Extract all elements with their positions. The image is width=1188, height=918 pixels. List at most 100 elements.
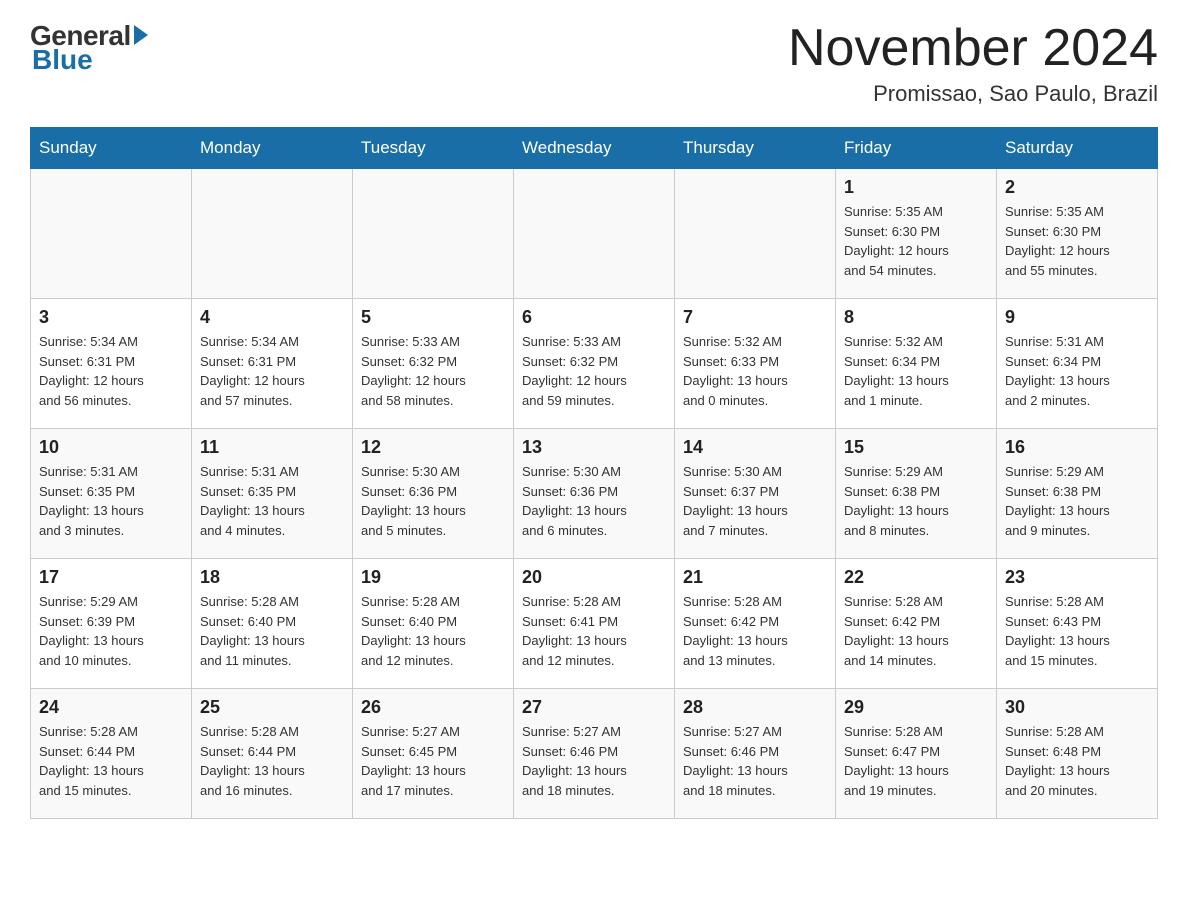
calendar-cell: 4 Sunrise: 5:34 AM Sunset: 6:31 PM Daylig… xyxy=(192,299,353,429)
day-number: 10 xyxy=(39,437,183,458)
calendar-cell: 20 Sunrise: 5:28 AM Sunset: 6:41 PM Dayli… xyxy=(514,559,675,689)
day-number: 1 xyxy=(844,177,988,198)
day-number: 18 xyxy=(200,567,344,588)
calendar-cell: 30 Sunrise: 5:28 AM Sunset: 6:48 PM Dayli… xyxy=(997,689,1158,819)
day-info: Sunrise: 5:34 AM Sunset: 6:31 PM Dayligh… xyxy=(200,332,344,410)
day-info: Sunrise: 5:29 AM Sunset: 6:38 PM Dayligh… xyxy=(844,462,988,540)
calendar-cell xyxy=(353,169,514,299)
calendar-week-row: 10 Sunrise: 5:31 AM Sunset: 6:35 PM Dayli… xyxy=(31,429,1158,559)
calendar-cell: 11 Sunrise: 5:31 AM Sunset: 6:35 PM Dayli… xyxy=(192,429,353,559)
day-info: Sunrise: 5:28 AM Sunset: 6:48 PM Dayligh… xyxy=(1005,722,1149,800)
calendar-cell xyxy=(192,169,353,299)
calendar-cell: 9 Sunrise: 5:31 AM Sunset: 6:34 PM Daylig… xyxy=(997,299,1158,429)
calendar-cell: 16 Sunrise: 5:29 AM Sunset: 6:38 PM Dayli… xyxy=(997,429,1158,559)
calendar-cell: 14 Sunrise: 5:30 AM Sunset: 6:37 PM Dayli… xyxy=(675,429,836,559)
calendar-table: SundayMondayTuesdayWednesdayThursdayFrid… xyxy=(30,127,1158,819)
day-info: Sunrise: 5:28 AM Sunset: 6:42 PM Dayligh… xyxy=(683,592,827,670)
day-info: Sunrise: 5:32 AM Sunset: 6:33 PM Dayligh… xyxy=(683,332,827,410)
day-number: 17 xyxy=(39,567,183,588)
day-info: Sunrise: 5:33 AM Sunset: 6:32 PM Dayligh… xyxy=(522,332,666,410)
weekday-header-thursday: Thursday xyxy=(675,128,836,169)
day-number: 9 xyxy=(1005,307,1149,328)
calendar-cell: 8 Sunrise: 5:32 AM Sunset: 6:34 PM Daylig… xyxy=(836,299,997,429)
day-info: Sunrise: 5:27 AM Sunset: 6:45 PM Dayligh… xyxy=(361,722,505,800)
calendar-cell: 26 Sunrise: 5:27 AM Sunset: 6:45 PM Dayli… xyxy=(353,689,514,819)
day-info: Sunrise: 5:27 AM Sunset: 6:46 PM Dayligh… xyxy=(522,722,666,800)
calendar-cell: 25 Sunrise: 5:28 AM Sunset: 6:44 PM Dayli… xyxy=(192,689,353,819)
day-number: 20 xyxy=(522,567,666,588)
day-info: Sunrise: 5:31 AM Sunset: 6:35 PM Dayligh… xyxy=(200,462,344,540)
day-info: Sunrise: 5:28 AM Sunset: 6:44 PM Dayligh… xyxy=(200,722,344,800)
day-number: 14 xyxy=(683,437,827,458)
weekday-header-friday: Friday xyxy=(836,128,997,169)
day-number: 4 xyxy=(200,307,344,328)
calendar-cell: 15 Sunrise: 5:29 AM Sunset: 6:38 PM Dayli… xyxy=(836,429,997,559)
day-info: Sunrise: 5:27 AM Sunset: 6:46 PM Dayligh… xyxy=(683,722,827,800)
day-number: 22 xyxy=(844,567,988,588)
calendar-cell: 13 Sunrise: 5:30 AM Sunset: 6:36 PM Dayli… xyxy=(514,429,675,559)
calendar-week-row: 1 Sunrise: 5:35 AM Sunset: 6:30 PM Daylig… xyxy=(31,169,1158,299)
day-info: Sunrise: 5:34 AM Sunset: 6:31 PM Dayligh… xyxy=(39,332,183,410)
day-number: 5 xyxy=(361,307,505,328)
calendar-cell: 1 Sunrise: 5:35 AM Sunset: 6:30 PM Daylig… xyxy=(836,169,997,299)
day-number: 16 xyxy=(1005,437,1149,458)
calendar-cell: 3Sunrise: 5:34 AM Sunset: 6:31 PM Daylig… xyxy=(31,299,192,429)
calendar-cell: 28 Sunrise: 5:27 AM Sunset: 6:46 PM Dayli… xyxy=(675,689,836,819)
weekday-header-monday: Monday xyxy=(192,128,353,169)
calendar-cell: 2 Sunrise: 5:35 AM Sunset: 6:30 PM Daylig… xyxy=(997,169,1158,299)
day-number: 7 xyxy=(683,307,827,328)
logo-arrow-icon xyxy=(134,25,148,45)
day-info: Sunrise: 5:35 AM Sunset: 6:30 PM Dayligh… xyxy=(844,202,988,280)
logo: General Blue xyxy=(30,20,148,76)
location: Promissao, Sao Paulo, Brazil xyxy=(788,81,1158,107)
calendar-week-row: 17 Sunrise: 5:29 AM Sunset: 6:39 PM Dayli… xyxy=(31,559,1158,689)
day-number: 12 xyxy=(361,437,505,458)
day-info: Sunrise: 5:33 AM Sunset: 6:32 PM Dayligh… xyxy=(361,332,505,410)
day-number: 26 xyxy=(361,697,505,718)
day-number: 13 xyxy=(522,437,666,458)
day-info: Sunrise: 5:29 AM Sunset: 6:38 PM Dayligh… xyxy=(1005,462,1149,540)
calendar-week-row: 3Sunrise: 5:34 AM Sunset: 6:31 PM Daylig… xyxy=(31,299,1158,429)
day-number: 29 xyxy=(844,697,988,718)
day-number: 11 xyxy=(200,437,344,458)
calendar-cell: 29Sunrise: 5:28 AM Sunset: 6:47 PM Dayli… xyxy=(836,689,997,819)
page-header: General Blue November 2024 Promissao, Sa… xyxy=(30,20,1158,107)
day-info: Sunrise: 5:31 AM Sunset: 6:35 PM Dayligh… xyxy=(39,462,183,540)
header-right: November 2024 Promissao, Sao Paulo, Braz… xyxy=(788,20,1158,107)
calendar-cell: 10 Sunrise: 5:31 AM Sunset: 6:35 PM Dayli… xyxy=(31,429,192,559)
calendar-cell: 22 Sunrise: 5:28 AM Sunset: 6:42 PM Dayli… xyxy=(836,559,997,689)
day-info: Sunrise: 5:28 AM Sunset: 6:42 PM Dayligh… xyxy=(844,592,988,670)
day-number: 2 xyxy=(1005,177,1149,198)
day-info: Sunrise: 5:35 AM Sunset: 6:30 PM Dayligh… xyxy=(1005,202,1149,280)
day-number: 28 xyxy=(683,697,827,718)
weekday-header-sunday: Sunday xyxy=(31,128,192,169)
day-info: Sunrise: 5:29 AM Sunset: 6:39 PM Dayligh… xyxy=(39,592,183,670)
day-info: Sunrise: 5:30 AM Sunset: 6:36 PM Dayligh… xyxy=(522,462,666,540)
day-number: 8 xyxy=(844,307,988,328)
day-number: 30 xyxy=(1005,697,1149,718)
day-number: 19 xyxy=(361,567,505,588)
day-number: 6 xyxy=(522,307,666,328)
calendar-cell: 18Sunrise: 5:28 AM Sunset: 6:40 PM Dayli… xyxy=(192,559,353,689)
day-info: Sunrise: 5:28 AM Sunset: 6:41 PM Dayligh… xyxy=(522,592,666,670)
calendar-cell: 24Sunrise: 5:28 AM Sunset: 6:44 PM Dayli… xyxy=(31,689,192,819)
month-title: November 2024 xyxy=(788,20,1158,77)
calendar-cell: 21Sunrise: 5:28 AM Sunset: 6:42 PM Dayli… xyxy=(675,559,836,689)
day-number: 23 xyxy=(1005,567,1149,588)
calendar-cell: 12Sunrise: 5:30 AM Sunset: 6:36 PM Dayli… xyxy=(353,429,514,559)
calendar-cell xyxy=(514,169,675,299)
day-info: Sunrise: 5:28 AM Sunset: 6:43 PM Dayligh… xyxy=(1005,592,1149,670)
day-number: 24 xyxy=(39,697,183,718)
day-info: Sunrise: 5:31 AM Sunset: 6:34 PM Dayligh… xyxy=(1005,332,1149,410)
day-info: Sunrise: 5:30 AM Sunset: 6:37 PM Dayligh… xyxy=(683,462,827,540)
day-number: 25 xyxy=(200,697,344,718)
day-number: 27 xyxy=(522,697,666,718)
day-info: Sunrise: 5:32 AM Sunset: 6:34 PM Dayligh… xyxy=(844,332,988,410)
weekday-header-wednesday: Wednesday xyxy=(514,128,675,169)
calendar-cell: 7 Sunrise: 5:32 AM Sunset: 6:33 PM Daylig… xyxy=(675,299,836,429)
day-info: Sunrise: 5:28 AM Sunset: 6:40 PM Dayligh… xyxy=(361,592,505,670)
calendar-cell: 19 Sunrise: 5:28 AM Sunset: 6:40 PM Dayli… xyxy=(353,559,514,689)
day-number: 15 xyxy=(844,437,988,458)
weekday-header-tuesday: Tuesday xyxy=(353,128,514,169)
weekday-header-saturday: Saturday xyxy=(997,128,1158,169)
